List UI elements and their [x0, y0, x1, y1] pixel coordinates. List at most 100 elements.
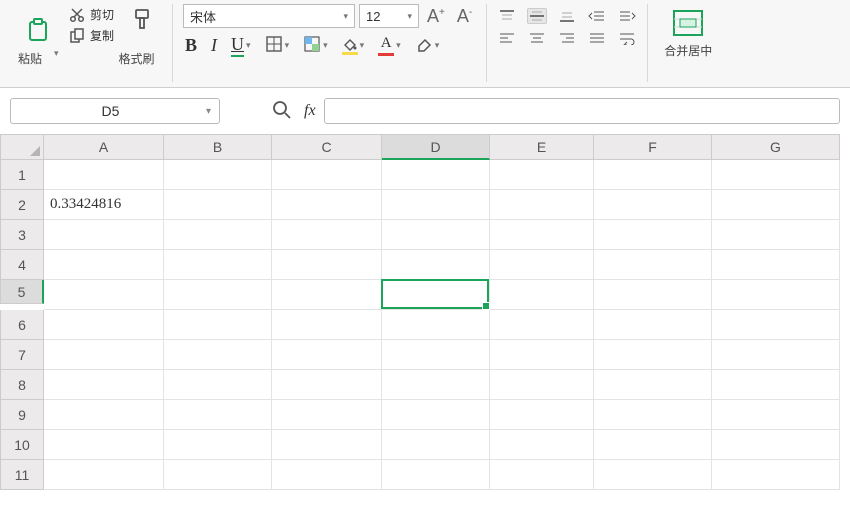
cell-A8[interactable] [44, 370, 164, 400]
cell-G11[interactable] [712, 460, 840, 490]
cell-D8[interactable] [382, 370, 490, 400]
cell-F5[interactable] [594, 280, 712, 310]
cell-B6[interactable] [164, 310, 272, 340]
cell-E6[interactable] [490, 310, 594, 340]
cell-D6[interactable] [382, 310, 490, 340]
row-header-4[interactable]: 4 [0, 250, 44, 280]
align-top-button[interactable] [497, 8, 517, 24]
cell-B10[interactable] [164, 430, 272, 460]
column-header-C[interactable]: C [272, 134, 382, 160]
column-header-B[interactable]: B [164, 134, 272, 160]
cell-G5[interactable] [712, 280, 840, 310]
cell-C6[interactable] [272, 310, 382, 340]
format-painter-button[interactable] [122, 4, 162, 46]
cell-D5[interactable] [382, 280, 490, 310]
align-right-button[interactable] [557, 30, 577, 46]
wrap-text-button[interactable] [617, 30, 637, 46]
cell-D7[interactable] [382, 340, 490, 370]
cut-button[interactable]: 剪切 [64, 4, 118, 25]
cell-A4[interactable] [44, 250, 164, 280]
increase-font-button[interactable]: A+ [423, 6, 449, 27]
cell-C3[interactable] [272, 220, 382, 250]
cell-C11[interactable] [272, 460, 382, 490]
align-left-button[interactable] [497, 30, 517, 46]
cell-G7[interactable] [712, 340, 840, 370]
cell-A9[interactable] [44, 400, 164, 430]
cell-C8[interactable] [272, 370, 382, 400]
cell-E3[interactable] [490, 220, 594, 250]
cell-C7[interactable] [272, 340, 382, 370]
cell-C1[interactable] [272, 160, 382, 190]
cell-B5[interactable] [164, 280, 272, 310]
cell-style-button[interactable]: ▾ [301, 33, 330, 58]
column-header-E[interactable]: E [490, 134, 594, 160]
cell-C5[interactable] [272, 280, 382, 310]
fx-label[interactable]: fx [304, 102, 316, 120]
cell-A6[interactable] [44, 310, 164, 340]
fill-color-button[interactable]: ▾ [340, 35, 367, 57]
row-header-9[interactable]: 9 [0, 400, 44, 430]
underline-button[interactable]: U▾ [229, 32, 253, 59]
cell-B2[interactable] [164, 190, 272, 220]
cell-F3[interactable] [594, 220, 712, 250]
cell-F1[interactable] [594, 160, 712, 190]
formula-input[interactable] [324, 98, 840, 124]
cell-D4[interactable] [382, 250, 490, 280]
cell-B9[interactable] [164, 400, 272, 430]
justify-button[interactable] [587, 30, 607, 46]
cell-G3[interactable] [712, 220, 840, 250]
cell-F6[interactable] [594, 310, 712, 340]
cell-E5[interactable] [490, 280, 594, 310]
cell-F11[interactable] [594, 460, 712, 490]
merge-center-button[interactable]: 合并居中 [658, 4, 718, 61]
bold-button[interactable]: B [183, 33, 199, 58]
column-header-F[interactable]: F [594, 134, 712, 160]
align-center-button[interactable] [527, 30, 547, 46]
function-wizard-icon[interactable] [272, 100, 292, 123]
cell-C9[interactable] [272, 400, 382, 430]
row-header-3[interactable]: 3 [0, 220, 44, 250]
cell-E9[interactable] [490, 400, 594, 430]
cell-D1[interactable] [382, 160, 490, 190]
italic-button[interactable]: I [209, 33, 219, 58]
row-header-7[interactable]: 7 [0, 340, 44, 370]
cell-D10[interactable] [382, 430, 490, 460]
cell-B7[interactable] [164, 340, 272, 370]
cell-G6[interactable] [712, 310, 840, 340]
cell-B1[interactable] [164, 160, 272, 190]
cell-D2[interactable] [382, 190, 490, 220]
cell-D9[interactable] [382, 400, 490, 430]
font-size-select[interactable]: 12 ▾ [359, 4, 419, 28]
row-header-5[interactable]: 5 [0, 280, 44, 304]
cell-G2[interactable] [712, 190, 840, 220]
cell-E8[interactable] [490, 370, 594, 400]
cell-E1[interactable] [490, 160, 594, 190]
row-header-1[interactable]: 1 [0, 160, 44, 190]
cell-B8[interactable] [164, 370, 272, 400]
cell-F10[interactable] [594, 430, 712, 460]
column-header-G[interactable]: G [712, 134, 840, 160]
decrease-font-button[interactable]: A- [453, 6, 476, 27]
paste-button[interactable] [18, 14, 58, 46]
cell-C10[interactable] [272, 430, 382, 460]
cell-G9[interactable] [712, 400, 840, 430]
cell-B11[interactable] [164, 460, 272, 490]
cell-A10[interactable] [44, 430, 164, 460]
cell-C2[interactable] [272, 190, 382, 220]
align-middle-button[interactable] [527, 8, 547, 24]
cell-A3[interactable] [44, 220, 164, 250]
align-bottom-button[interactable] [557, 8, 577, 24]
cell-E11[interactable] [490, 460, 594, 490]
cell-F2[interactable] [594, 190, 712, 220]
cell-G8[interactable] [712, 370, 840, 400]
column-header-A[interactable]: A [44, 134, 164, 160]
cell-G1[interactable] [712, 160, 840, 190]
cell-F9[interactable] [594, 400, 712, 430]
cell-F8[interactable] [594, 370, 712, 400]
row-header-11[interactable]: 11 [0, 460, 44, 490]
copy-button[interactable]: 复制 [64, 25, 118, 46]
cell-F4[interactable] [594, 250, 712, 280]
font-color-button[interactable]: A ▾ [376, 33, 403, 58]
row-header-2[interactable]: 2 [0, 190, 44, 220]
cell-A11[interactable] [44, 460, 164, 490]
